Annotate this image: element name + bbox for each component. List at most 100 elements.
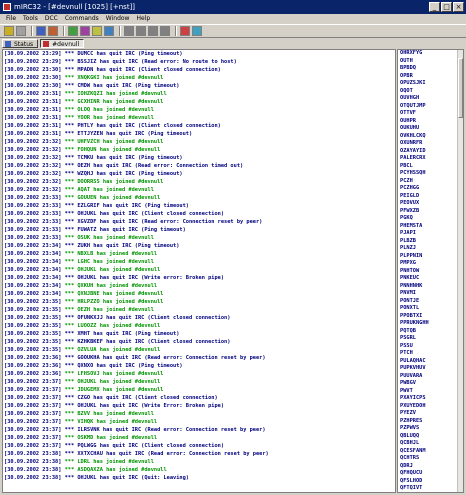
nick-list-item[interactable]: BPBDQ	[400, 65, 458, 73]
chat-timestamp: [30.09.2002 23:34]	[4, 243, 62, 249]
close-button[interactable]: ×	[453, 2, 464, 12]
nick-list-item[interactable]: PULAQHAC	[400, 358, 458, 366]
nick-list-item[interactable]: OUVHGH	[400, 95, 458, 103]
nick-list-item[interactable]: PTCH	[400, 350, 458, 358]
nick-list-item[interactable]: OTQUTJMP	[400, 103, 458, 111]
channels-icon[interactable]	[36, 26, 46, 36]
nick-list-item[interactable]: PXAYICPS	[400, 395, 458, 403]
cascade-icon[interactable]	[124, 26, 134, 36]
nick-list-item[interactable]: PSSU	[400, 343, 458, 351]
menu-tools[interactable]: Tools	[23, 14, 38, 24]
tile-h-icon[interactable]	[136, 26, 146, 36]
chat-line: [30.09.2002 23:34] *** OHJUKL has quit I…	[4, 274, 395, 282]
nick-list-item[interactable]: OVKHLCKQ	[400, 133, 458, 141]
nick-list-item[interactable]: PXUYEDOH	[400, 403, 458, 411]
chat-timestamp: [30.09.2002 23:37]	[4, 379, 62, 385]
nick-list-item[interactable]: PWBGV	[400, 380, 458, 388]
menu-window[interactable]: Window	[106, 14, 130, 24]
menu-commands[interactable]: Commands	[65, 14, 99, 24]
menu-help[interactable]: Help	[136, 14, 150, 24]
nick-list-item[interactable]: PUUVARA	[400, 373, 458, 381]
nick-list-item[interactable]: QFHQUCU	[400, 470, 458, 478]
nick-list-item[interactable]: PCYHSSQH	[400, 170, 458, 178]
nick-list-item[interactable]: PWVT	[400, 388, 458, 396]
nick-list[interactable]: OHRXFYG OUTH BPBDQ OPBR OPUZSJKI OQOT OUVHGH OT…	[397, 49, 464, 493]
nick-list-item[interactable]: PLPPNIN	[400, 253, 458, 261]
minimize-button[interactable]: _	[429, 2, 440, 12]
nick-list-item[interactable]: PSGRL	[400, 335, 458, 343]
nick-list-item[interactable]: QCBHJL	[400, 440, 458, 448]
notify-icon[interactable]	[92, 26, 102, 36]
nick-list-item[interactable]: PJAPI	[400, 230, 458, 238]
nick-list-item[interactable]: PMPXG	[400, 260, 458, 268]
options-icon[interactable]	[16, 26, 26, 36]
nick-list-item[interactable]: PNNHNHK	[400, 283, 458, 291]
nick-list-item[interactable]: OUHPR	[400, 118, 458, 126]
nick-list-item[interactable]: PYEZV	[400, 410, 458, 418]
dcc-send-icon[interactable]	[68, 26, 78, 36]
nick-list-item[interactable]: PFWXZB	[400, 208, 458, 216]
nick-list-item[interactable]: QBLUQQ	[400, 433, 458, 441]
nick-list-item[interactable]: OXUNRFR	[400, 140, 458, 148]
addressbook-icon[interactable]	[48, 26, 58, 36]
nick-list-item[interactable]: QCHTRS	[400, 455, 458, 463]
nick-list-item[interactable]: OTTVF	[400, 110, 458, 118]
nick-list-item[interactable]: QCESFANM	[400, 448, 458, 456]
nick-list-item[interactable]: PCZHGG	[400, 185, 458, 193]
mirc-app-icon[interactable]	[3, 3, 11, 11]
nick-list-scroll-thumb[interactable]	[458, 58, 463, 118]
channel-chat-pane[interactable]: [30.09.2002 23:29] *** DUMCC has quit IR…	[2, 49, 396, 493]
nick-list-item[interactable]: PLBZB	[400, 238, 458, 246]
nick-list-item[interactable]: OZAYAYID	[400, 148, 458, 156]
menu-file[interactable]: File	[6, 14, 16, 24]
chat-line: [30.09.2002 23:37] *** VIHQK has joined …	[4, 418, 395, 426]
chat-timestamp: [30.09.2002 23:35]	[4, 347, 62, 353]
nick-list-item[interactable]: PONTJE	[400, 298, 458, 306]
colors-icon[interactable]	[180, 26, 190, 36]
help-icon[interactable]	[192, 26, 202, 36]
arrange-icon[interactable]	[160, 26, 170, 36]
chat-line: [30.09.2002 23:37] *** OSKMD has joined …	[4, 434, 395, 442]
nick-list-item[interactable]: PONXTL	[400, 305, 458, 313]
chat-timestamp: [30.09.2002 23:37]	[4, 395, 62, 401]
nick-list-item[interactable]: PLNZJ	[400, 245, 458, 253]
menu-dcc[interactable]: DCC	[45, 14, 58, 24]
nick-list-item[interactable]: OHRXFYG	[400, 50, 458, 58]
nick-list-item[interactable]: PEOVUX	[400, 200, 458, 208]
nick-list-item[interactable]: OUTH	[400, 58, 458, 66]
nick-list-item[interactable]: PNKEUC	[400, 275, 458, 283]
chat-message: *** PQLWGG has quit IRC (Client closed c…	[64, 443, 225, 449]
switchbar-tab[interactable]: #devnull	[40, 38, 85, 48]
tile-v-icon[interactable]	[148, 26, 158, 36]
nick-list-item[interactable]: PCZH	[400, 178, 458, 186]
nick-list-item[interactable]: PQTQB	[400, 328, 458, 336]
nick-list-item[interactable]: PZPWVS	[400, 425, 458, 433]
nick-list-item[interactable]: PBCL	[400, 163, 458, 171]
nick-list-item[interactable]: PALERCRX	[400, 155, 458, 163]
chat-line: [30.09.2002 23:34] *** NBXLB has joined …	[4, 250, 395, 258]
nick-list-item[interactable]: PGKQ	[400, 215, 458, 223]
nick-list-item[interactable]: PEIGLD	[400, 193, 458, 201]
nick-list-scrollbar[interactable]	[457, 50, 463, 492]
nick-list-item[interactable]: OPBR	[400, 73, 458, 81]
nick-list-item[interactable]: QFSLHOD	[400, 478, 458, 486]
nick-list-item[interactable]: PPOBTXI	[400, 313, 458, 321]
dcc-chat-icon[interactable]	[80, 26, 90, 36]
nick-list-item[interactable]: OPUZSJKI	[400, 80, 458, 88]
nick-list-item[interactable]: OUKUHU	[400, 125, 458, 133]
nick-list-item[interactable]: OQOT	[400, 88, 458, 96]
nick-list-item[interactable]: QFTQIVT	[400, 485, 458, 492]
nick-list-item[interactable]: PUPKVHUV	[400, 365, 458, 373]
chat-line: [30.09.2002 23:32] *** AQAT has joined #…	[4, 186, 395, 194]
nick-list-item[interactable]: PHEMSTA	[400, 223, 458, 231]
nick-list-item[interactable]: PZHPRES	[400, 418, 458, 426]
switchbar-tab[interactable]: Status	[2, 38, 39, 48]
maximize-button[interactable]: □	[441, 2, 452, 12]
urls-icon[interactable]	[104, 26, 114, 36]
chat-lines: [30.09.2002 23:29] *** DUMCC has quit IR…	[4, 50, 395, 482]
nick-list-item[interactable]: PPRUKNGHH	[400, 320, 458, 328]
nick-list-item[interactable]: PNVMI	[400, 290, 458, 298]
nick-list-item[interactable]: QDRJ	[400, 463, 458, 471]
nick-list-item[interactable]: PNHTOW	[400, 268, 458, 276]
connect-icon[interactable]	[4, 26, 14, 36]
